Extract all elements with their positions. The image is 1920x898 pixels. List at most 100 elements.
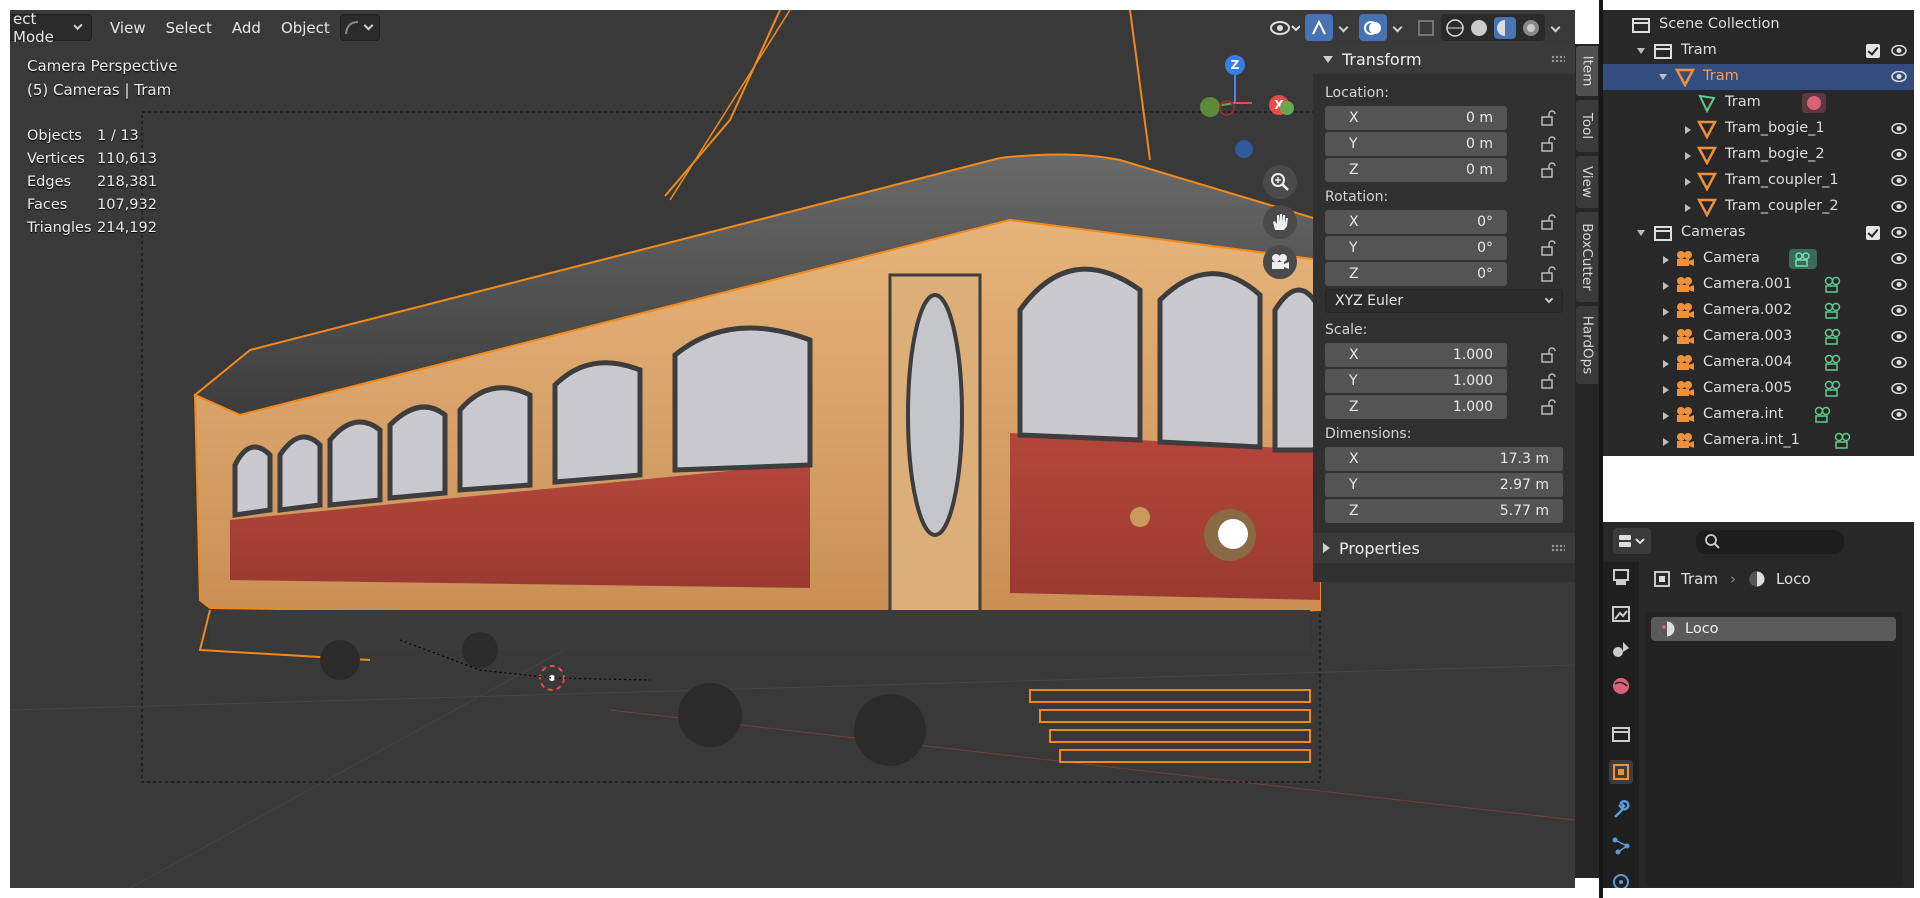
interaction-mode-dropdown[interactable]: ect Mode	[10, 10, 92, 46]
unlock-icon[interactable]	[1541, 110, 1561, 126]
tab-boxcutter[interactable]: BoxCutter	[1576, 212, 1598, 302]
eye-icon[interactable]	[1891, 123, 1907, 134]
rendered-shading-icon[interactable]	[1522, 19, 1540, 37]
exclude-checkbox[interactable]	[1866, 44, 1880, 58]
outliner-row-tram-coupler-2[interactable]: Tram_coupler_2	[1603, 194, 1914, 220]
outliner-row-camera-005[interactable]: Camera.005	[1603, 376, 1914, 402]
eye-icon[interactable]	[1891, 201, 1907, 212]
outliner-row-camera-002[interactable]: Camera.002	[1603, 298, 1914, 324]
tab-item[interactable]: Item	[1576, 46, 1598, 96]
disclosure-triangle-icon[interactable]	[1685, 204, 1691, 212]
dimensions-y-field[interactable]: Y 2.97 m	[1325, 473, 1563, 497]
eye-icon[interactable]	[1891, 175, 1907, 186]
material-preview-shading-icon[interactable]	[1494, 16, 1516, 39]
drag-grip-icon[interactable]	[1551, 544, 1565, 552]
outliner-row-tram-bogie-1[interactable]: Tram_bogie_1	[1603, 116, 1914, 142]
gizmo-dropdown[interactable]	[1333, 14, 1353, 41]
eye-icon[interactable]	[1891, 383, 1907, 394]
location-x-field[interactable]: X 0 m	[1325, 106, 1556, 130]
outliner-row-camera[interactable]: Camera	[1603, 246, 1914, 272]
eye-icon[interactable]	[1891, 357, 1907, 368]
disclosure-triangle-icon[interactable]	[1637, 230, 1645, 236]
wireframe-shading-icon[interactable]	[1446, 18, 1464, 37]
disclosure-triangle-icon[interactable]	[1663, 308, 1669, 316]
overlays-toggle[interactable]	[1359, 14, 1387, 41]
outliner-row-tram-coupler-1[interactable]: Tram_coupler_1	[1603, 168, 1914, 194]
rotation-y-field[interactable]: Y 0°	[1325, 236, 1556, 260]
disclosure-triangle-icon[interactable]	[1685, 126, 1691, 134]
unlock-icon[interactable]	[1541, 399, 1561, 415]
disclosure-triangle-icon[interactable]	[1663, 360, 1669, 368]
disclosure-triangle-icon[interactable]	[1663, 256, 1669, 264]
disclosure-triangle-icon[interactable]	[1663, 334, 1669, 342]
outliner-row-camera-int[interactable]: Camera.int	[1603, 402, 1914, 428]
eye-icon[interactable]	[1891, 253, 1907, 264]
disclosure-triangle-icon[interactable]	[1659, 74, 1667, 80]
camera-view-button[interactable]	[1263, 245, 1297, 279]
tab-hardops[interactable]: HardOps	[1576, 306, 1598, 384]
unlock-icon[interactable]	[1541, 373, 1561, 389]
solid-shading-icon[interactable]	[1470, 19, 1488, 37]
scale-y-field[interactable]: Y 1.000	[1325, 369, 1556, 393]
location-y-field[interactable]: Y 0 m	[1325, 132, 1556, 156]
transform-panel-header[interactable]: Transform	[1313, 44, 1575, 74]
eye-icon[interactable]	[1891, 71, 1907, 82]
rotation-z-field[interactable]: Z 0°	[1325, 262, 1556, 286]
scene-tab-icon[interactable]	[1609, 638, 1633, 662]
unlock-icon[interactable]	[1541, 240, 1561, 256]
disclosure-triangle-icon[interactable]	[1685, 152, 1691, 160]
dimensions-z-field[interactable]: Z 5.77 m	[1325, 499, 1563, 523]
rotation-x-field[interactable]: X 0°	[1325, 210, 1556, 234]
disclosure-triangle-icon[interactable]	[1685, 178, 1691, 186]
eye-icon[interactable]	[1891, 149, 1907, 160]
properties-panel-header[interactable]: Properties	[1313, 533, 1575, 563]
outliner-row-tram-collection[interactable]: Tram	[1603, 38, 1914, 64]
proportional-editing-dropdown[interactable]	[339, 14, 380, 41]
eye-icon[interactable]	[1891, 331, 1907, 342]
outliner-row-tram-bogie-2[interactable]: Tram_bogie_2	[1603, 142, 1914, 168]
properties-search-input[interactable]	[1696, 530, 1844, 554]
disclosure-triangle-icon[interactable]	[1663, 412, 1669, 420]
visibility-dropdown[interactable]	[1265, 14, 1305, 41]
unlock-icon[interactable]	[1541, 136, 1561, 152]
xray-toggle[interactable]	[1411, 14, 1441, 41]
gizmo-y-axis[interactable]	[1200, 97, 1220, 117]
disclosure-triangle-icon[interactable]	[1663, 386, 1669, 394]
eye-icon[interactable]	[1891, 305, 1907, 316]
gizmo-neg-y-axis[interactable]	[1280, 101, 1294, 115]
overlays-dropdown[interactable]	[1387, 14, 1407, 41]
outliner-row-tram-mesh[interactable]: Tram	[1603, 90, 1914, 116]
eye-icon[interactable]	[1891, 279, 1907, 290]
eye-icon[interactable]	[1891, 227, 1907, 238]
disclosure-triangle-icon[interactable]	[1663, 282, 1669, 290]
editor-type-dropdown[interactable]	[1613, 528, 1651, 554]
object-tab-icon[interactable]	[1609, 760, 1633, 784]
drag-grip-icon[interactable]	[1551, 55, 1565, 63]
eye-icon[interactable]	[1891, 409, 1907, 420]
outliner-row-camera-int-1[interactable]: Camera.int_1	[1603, 428, 1914, 454]
location-z-field[interactable]: Z 0 m	[1325, 158, 1556, 182]
gizmo-toggle[interactable]	[1305, 14, 1333, 41]
physics-tab-icon[interactable]	[1609, 868, 1633, 888]
shading-dropdown[interactable]	[1545, 14, 1565, 41]
unlock-icon[interactable]	[1541, 347, 1561, 363]
menu-add[interactable]: Add	[222, 14, 271, 41]
tab-view[interactable]: View	[1576, 156, 1598, 208]
scale-x-field[interactable]: X 1.000	[1325, 343, 1556, 367]
outliner-row-camera-004[interactable]: Camera.004	[1603, 350, 1914, 376]
rotation-mode-dropdown[interactable]: XYZ Euler	[1325, 289, 1563, 313]
outliner-row-camera-001[interactable]: Camera.001	[1603, 272, 1914, 298]
zoom-view-button[interactable]	[1263, 165, 1297, 199]
menu-select[interactable]: Select	[156, 14, 222, 41]
unlock-icon[interactable]	[1541, 214, 1561, 230]
menu-view[interactable]: View	[100, 14, 156, 41]
tab-tool[interactable]: Tool	[1576, 100, 1598, 152]
dimensions-x-field[interactable]: X 17.3 m	[1325, 447, 1563, 471]
world-tab-icon[interactable]	[1609, 674, 1633, 698]
modifier-wrench-icon[interactable]	[1609, 798, 1633, 822]
menu-object[interactable]: Object	[271, 14, 340, 41]
gizmo-neg-z-axis[interactable]	[1235, 140, 1253, 158]
render-tab-icon[interactable]	[1609, 602, 1633, 626]
scale-z-field[interactable]: Z 1.000	[1325, 395, 1556, 419]
gizmo-neg-x-axis[interactable]	[1219, 100, 1235, 116]
